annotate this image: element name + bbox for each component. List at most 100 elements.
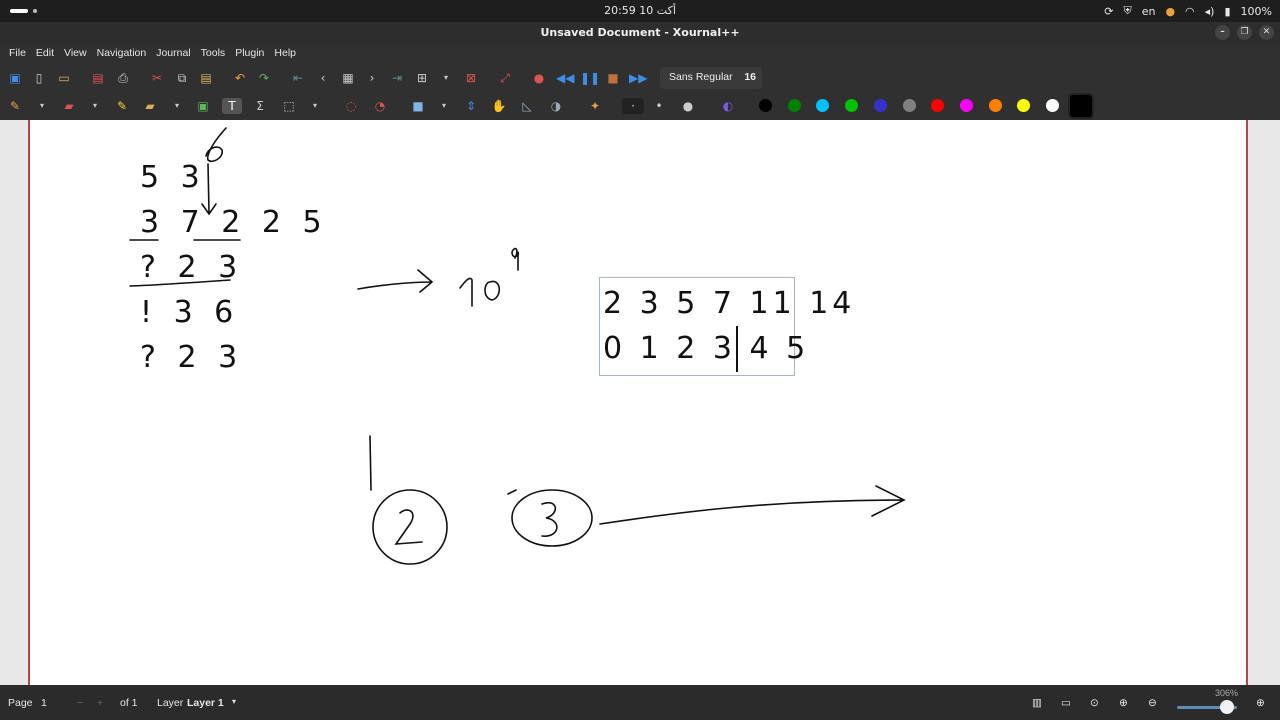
new-document-icon[interactable]: ▯ [31, 70, 47, 86]
fast-forward-icon[interactable]: ▶▶ [629, 70, 647, 86]
next-page-icon[interactable]: › [364, 70, 380, 86]
menu-view[interactable]: View [59, 44, 92, 64]
maximize-button[interactable]: ❐ [1237, 25, 1252, 40]
vertical-space-icon[interactable]: ■ [410, 98, 426, 114]
open-folder-icon[interactable]: ▭ [56, 70, 72, 86]
palette-color-swatch[interactable] [845, 99, 859, 112]
close-button[interactable]: ✕ [1259, 25, 1274, 40]
presentation-view-icon[interactable]: ▭ [1061, 697, 1071, 709]
insert-space-icon[interactable]: ⇕ [463, 98, 479, 114]
compass-icon[interactable]: ◑ [548, 98, 564, 114]
palette-color-swatch[interactable] [816, 99, 830, 112]
palette-color-swatch[interactable] [988, 99, 1002, 112]
eraser-icon[interactable]: ▰ [61, 98, 77, 114]
textbox-line-2[interactable]: 0 1 2 3 4 5 [603, 331, 809, 366]
menu-plugin[interactable]: Plugin [230, 44, 269, 64]
chevron-down-icon[interactable]: ▾ [307, 98, 323, 114]
palette-color-swatch[interactable] [787, 99, 801, 112]
select-region-icon[interactable]: ◌ [343, 98, 359, 114]
software-update-icon[interactable]: ⟳ [1104, 5, 1113, 18]
palette-color-swatch[interactable] [1017, 99, 1031, 112]
page-number-input[interactable]: 1 [41, 697, 47, 709]
textbox-line-1[interactable]: 2 3 5 7 11 14 [603, 286, 855, 321]
save-icon[interactable]: ▣ [7, 70, 23, 86]
volume-icon: ◂) [1204, 4, 1215, 18]
zoom-100-icon[interactable]: ⊕ [1119, 697, 1128, 709]
shield-icon[interactable]: ⛨ [1123, 4, 1131, 18]
palette-color-swatch[interactable] [959, 99, 973, 112]
thickness-medium-icon[interactable]: • [651, 98, 667, 114]
delete-page-icon[interactable]: ⊠ [463, 70, 479, 86]
goto-page-icon[interactable]: ▦ [340, 70, 356, 86]
palette-color-swatch[interactable] [902, 99, 916, 112]
undo-icon[interactable]: ↶ [232, 70, 248, 86]
first-page-icon[interactable]: ⇤ [290, 70, 306, 86]
last-page-icon[interactable]: ⇥ [389, 70, 405, 86]
setsquare-icon[interactable]: ◺ [519, 98, 535, 114]
paste-icon[interactable]: ▤ [198, 70, 214, 86]
text-line-2: 3 7 2 2 5 [140, 205, 328, 240]
system-tray[interactable]: ⟳ ⛨ en ● ◠ ◂) ▮ 100% [1104, 4, 1272, 18]
redo-icon[interactable]: ↷ [256, 70, 272, 86]
page-down-stepper[interactable]: − [77, 697, 83, 709]
print-icon[interactable]: ⎙ [115, 70, 131, 86]
pause-icon[interactable]: ❚❚ [580, 70, 600, 86]
chevron-down-icon[interactable]: ▾ [169, 98, 185, 114]
export-pdf-icon[interactable]: ▤ [90, 70, 106, 86]
system-clock[interactable]: 20:59 أكت 10 [0, 4, 1280, 17]
record-icon[interactable]: ● [531, 70, 547, 86]
zoom-fit-icon[interactable]: ⊙ [1090, 697, 1099, 709]
fill-icon[interactable]: ✦ [587, 98, 603, 114]
image-icon[interactable]: ▣ [195, 98, 211, 114]
chevron-down-icon[interactable]: ▾ [34, 98, 50, 114]
shapes-icon[interactable]: ▰ [142, 98, 158, 114]
select-object-icon[interactable]: ◔ [372, 98, 388, 114]
palette-color-swatch[interactable] [759, 99, 772, 112]
menu-journal[interactable]: Journal [151, 44, 195, 64]
previous-page-icon[interactable]: ‹ [315, 70, 331, 86]
pen-icon[interactable]: ✎ [7, 98, 23, 114]
rewind-icon[interactable]: ◀◀ [556, 70, 574, 86]
font-selector[interactable]: Sans Regular 16 [660, 67, 762, 89]
menu-file[interactable]: File [4, 44, 31, 64]
thickness-thick-icon[interactable]: ● [680, 98, 696, 114]
text-tool-icon[interactable]: T [222, 98, 242, 114]
microphone-icon: ● [1165, 4, 1176, 18]
menu-tools[interactable]: Tools [196, 44, 231, 64]
layer-select[interactable]: Layer 1 [187, 697, 224, 709]
canvas-area[interactable]: 5 3 3 7 2 2 5 ? 2 3 ! 3 6 ? 2 3 2 3 5 7 … [0, 120, 1280, 685]
chevron-down-icon[interactable]: ▾ [438, 70, 454, 86]
chevron-down-icon[interactable]: ▾ [436, 98, 452, 114]
copy-icon[interactable]: ⧉ [174, 70, 190, 86]
latex-icon[interactable]: Σ [252, 98, 268, 114]
circle-outline [372, 489, 448, 565]
page-count: of 1 [120, 697, 138, 709]
palette-color-swatch[interactable] [873, 99, 887, 112]
menu-navigation[interactable]: Navigation [92, 44, 152, 64]
menu-edit[interactable]: Edit [31, 44, 59, 64]
palette-color-swatch[interactable] [1068, 93, 1094, 119]
minimize-button[interactable]: – [1215, 25, 1230, 40]
zoom-out-icon[interactable]: ⊖ [1148, 697, 1157, 709]
palette-color-swatch[interactable] [931, 99, 945, 112]
fullscreen-icon[interactable]: ⤢ [497, 70, 513, 86]
cut-icon[interactable]: ✂ [149, 70, 165, 86]
insert-page-icon[interactable]: ⊞ [414, 70, 430, 86]
custom-color-icon[interactable]: ◐ [720, 98, 736, 114]
two-page-view-icon[interactable]: ▥ [1032, 697, 1042, 709]
zoom-in-icon[interactable]: ⊕ [1256, 697, 1265, 709]
page-up-stepper[interactable]: + [97, 697, 103, 709]
keyboard-language[interactable]: en [1142, 5, 1156, 18]
menu-help[interactable]: Help [269, 44, 301, 64]
highlighter-icon[interactable]: ✎ [114, 98, 130, 114]
hand-icon[interactable]: ✋ [491, 98, 507, 114]
active-text-box[interactable]: 2 3 5 7 11 14 0 1 2 3 4 5 [599, 277, 851, 376]
chevron-down-icon[interactable]: ▾ [87, 98, 103, 114]
select-rectangle-icon[interactable]: ⬚ [281, 98, 297, 114]
thickness-fine-icon[interactable]: · [622, 98, 644, 114]
chevron-down-icon[interactable]: ▾ [232, 697, 236, 706]
stop-icon[interactable]: ■ [605, 70, 621, 86]
zoom-slider-handle[interactable] [1220, 700, 1234, 714]
palette-color-swatch[interactable] [1046, 99, 1059, 112]
document-page[interactable]: 5 3 3 7 2 2 5 ? 2 3 ! 3 6 ? 2 3 2 3 5 7 … [28, 120, 1248, 685]
